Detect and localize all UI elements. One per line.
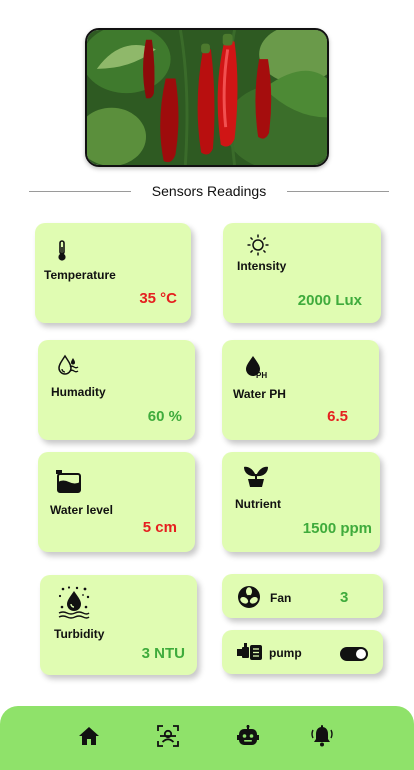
temperature-card[interactable]: Temperature 35 °C	[35, 223, 191, 323]
bottom-nav-bar	[0, 706, 414, 770]
turbidity-icon	[57, 585, 91, 624]
humidity-card[interactable]: Humadity 60 %	[38, 340, 195, 440]
water-ph-label: Water PH	[233, 387, 286, 401]
humidity-icon	[56, 354, 80, 381]
fan-speed-value[interactable]: 3	[340, 589, 348, 606]
divider-right	[287, 191, 389, 192]
pump-icon	[237, 643, 263, 666]
nutrient-card[interactable]: Nutrient 1500 ppm	[222, 452, 380, 552]
pump-toggle-knob	[356, 649, 366, 659]
sun-icon	[247, 234, 269, 261]
nutrient-value: 1500 ppm	[302, 520, 372, 537]
water-level-card[interactable]: Water level 5 cm	[38, 452, 195, 552]
intensity-card[interactable]: Intensity 2000 Lux	[223, 223, 381, 323]
face-scan-icon	[157, 724, 179, 752]
pump-toggle[interactable]	[340, 647, 368, 661]
humidity-label: Humadity	[51, 385, 106, 399]
nutrient-label: Nutrient	[235, 497, 281, 511]
humidity-value: 60 %	[147, 408, 182, 425]
nav-bot-button[interactable]	[236, 724, 260, 752]
pump-label: pump	[269, 646, 302, 660]
home-icon	[78, 726, 100, 751]
nav-scan-button[interactable]	[156, 724, 180, 752]
fan-label: Fan	[270, 591, 292, 605]
water-ph-value: 6.5	[327, 408, 348, 425]
fan-icon	[237, 585, 261, 614]
fan-control-card[interactable]: Fan 3	[222, 574, 383, 618]
turbidity-label: Turbidity	[54, 627, 105, 641]
turbidity-card[interactable]: Turbidity 3 NTU	[40, 575, 197, 675]
sprout-icon	[243, 464, 269, 493]
robot-icon	[237, 724, 259, 752]
bell-icon	[311, 724, 333, 752]
water-level-value: 5 cm	[142, 519, 177, 536]
temperature-label: Temperature	[44, 268, 116, 282]
water-tank-icon	[55, 468, 83, 499]
intensity-label: Intensity	[237, 259, 287, 273]
section-header: Sensors Readings	[29, 183, 389, 201]
intensity-value: 2000 Lux	[297, 292, 362, 309]
temperature-value: 35 °C	[139, 290, 177, 307]
svg-text:PH: PH	[256, 371, 267, 379]
water-ph-card[interactable]: PH Water PH 6.5	[222, 340, 379, 440]
ph-drop-icon: PH	[244, 355, 270, 384]
pump-control-card[interactable]: pump	[222, 630, 383, 674]
thermometer-icon	[55, 240, 69, 267]
nav-home-button[interactable]	[77, 726, 101, 750]
turbidity-value: 3 NTU	[141, 645, 185, 662]
hero-image	[85, 28, 329, 167]
water-level-label: Water level	[50, 503, 113, 517]
nav-alerts-button[interactable]	[310, 724, 334, 752]
